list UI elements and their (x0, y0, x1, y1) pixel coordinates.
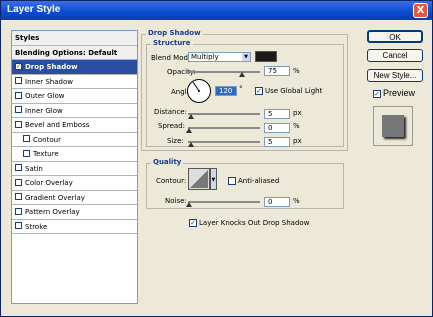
preview-swatch (382, 115, 404, 137)
style-item-label: Outer Glow (25, 92, 65, 100)
contour-label: Contour: (156, 177, 187, 185)
styles-header[interactable]: Styles (12, 31, 137, 46)
knocks-out-checkbox[interactable]: ✓ (189, 219, 197, 227)
cancel-button[interactable]: Cancel (367, 49, 423, 62)
style-checkbox[interactable]: ✓ (15, 62, 22, 70)
close-button[interactable]: X (413, 3, 428, 18)
distance-slider-thumb[interactable] (188, 114, 194, 119)
style-checkbox[interactable] (15, 164, 22, 171)
style-item-label: Pattern Overlay (25, 208, 80, 216)
spread-percent: % (293, 122, 300, 130)
angle-degree-symbol: ° (239, 85, 243, 93)
style-checkbox[interactable] (23, 135, 30, 142)
blending-options-item[interactable]: Blending Options: Default (12, 45, 137, 60)
distance-unit: px (293, 109, 302, 117)
blend-mode-value: Multiply (191, 53, 219, 61)
noise-label: Noise: (165, 197, 187, 205)
style-checkbox[interactable] (15, 193, 22, 200)
style-item-pattern-overlay[interactable]: Pattern Overlay (12, 205, 137, 220)
opacity-input[interactable]: 75 (264, 66, 290, 76)
size-unit: px (293, 137, 302, 145)
style-item-outer-glow[interactable]: Outer Glow (12, 89, 137, 104)
style-item-texture[interactable]: Texture (12, 147, 137, 162)
style-checkbox[interactable] (15, 178, 22, 186)
style-checkbox[interactable] (15, 207, 22, 215)
size-input[interactable]: 5 (264, 137, 290, 147)
chevron-down-icon: ▼ (242, 53, 250, 61)
preview-checkbox[interactable]: ✓ (373, 90, 381, 98)
blend-mode-select[interactable]: Multiply ▼ (188, 52, 251, 62)
noise-percent: % (293, 197, 300, 205)
style-checkbox[interactable] (15, 222, 22, 229)
style-item-inner-glow[interactable]: Inner Glow (12, 104, 137, 118)
use-global-light-checkbox[interactable]: ✓ (255, 87, 263, 95)
drop-shadow-title: Drop Shadow (146, 29, 203, 37)
angle-input[interactable]: 120 (215, 86, 237, 96)
style-item-label: Contour (33, 135, 61, 144)
style-checkbox[interactable] (15, 77, 22, 84)
style-item-label: Gradient Overlay (25, 193, 85, 202)
ok-button[interactable]: OK (367, 30, 423, 43)
style-item-color-overlay[interactable]: Color Overlay (12, 176, 137, 191)
anti-aliased-label: Anti-aliased (238, 177, 280, 185)
distance-input[interactable]: 5 (264, 109, 290, 119)
checkmark-icon: ✓ (374, 90, 380, 98)
style-item-label: Drop Shadow (25, 63, 78, 71)
opacity-percent: % (293, 67, 300, 75)
noise-input[interactable]: 0 (264, 197, 290, 207)
style-item-label: Texture (33, 150, 59, 158)
checkmark-icon: ✓ (190, 219, 196, 227)
style-item-bevel-and-emboss[interactable]: Bevel and Emboss (12, 118, 137, 133)
spread-slider-thumb[interactable] (186, 128, 192, 133)
opacity-slider[interactable] (188, 71, 260, 73)
noise-slider[interactable] (188, 201, 260, 203)
use-global-light-label: Use Global Light (265, 87, 323, 95)
style-item-label: Bevel and Emboss (25, 121, 90, 129)
distance-slider[interactable] (188, 113, 260, 115)
style-item-label: Inner Glow (25, 106, 63, 115)
styles-list: Styles Blending Options: Default ✓ Drop S… (11, 30, 138, 304)
angle-dial[interactable] (186, 78, 212, 104)
style-item-drop-shadow[interactable]: ✓ Drop Shadow (12, 60, 137, 75)
layer-style-dialog: Layer Style X Styles Blending Options: D… (0, 0, 433, 317)
title-bar[interactable]: Layer Style X (1, 1, 432, 20)
spread-label: Spread: (158, 122, 186, 130)
window-title: Layer Style (7, 4, 61, 15)
structure-title: Structure (151, 39, 193, 47)
style-checkbox[interactable] (15, 91, 22, 99)
preview-thumbnail (373, 106, 413, 146)
size-slider-thumb[interactable] (188, 142, 194, 147)
style-item-label: Satin (25, 164, 43, 173)
quality-title: Quality (151, 158, 184, 166)
style-item-gradient-overlay[interactable]: Gradient Overlay (12, 191, 137, 205)
anti-aliased-checkbox[interactable] (228, 177, 236, 185)
style-item-satin[interactable]: Satin (12, 162, 137, 176)
style-item-stroke[interactable]: Stroke (12, 220, 137, 234)
style-checkbox[interactable] (23, 149, 30, 157)
size-label: Size: (167, 137, 184, 145)
style-item-contour[interactable]: Contour (12, 133, 137, 147)
chevron-down-icon: ▼ (212, 177, 216, 183)
knocks-out-label: Layer Knocks Out Drop Shadow (199, 219, 310, 227)
style-item-label: Stroke (25, 222, 48, 231)
spread-slider[interactable] (188, 127, 260, 129)
style-item-label: Color Overlay (25, 179, 73, 187)
distance-label: Distance: (154, 108, 187, 116)
new-style-button[interactable]: New Style... (367, 69, 423, 82)
contour-picker[interactable]: ▼ (188, 168, 218, 192)
style-item-inner-shadow[interactable]: Inner Shadow (12, 75, 137, 89)
checkmark-icon: ✓ (256, 87, 262, 95)
preview-label: Preview (383, 88, 416, 98)
spread-input[interactable]: 0 (264, 123, 290, 133)
style-checkbox[interactable] (15, 106, 22, 113)
shadow-color-swatch[interactable] (255, 51, 277, 62)
noise-slider-thumb[interactable] (186, 202, 192, 207)
opacity-slider-thumb[interactable] (239, 72, 245, 77)
style-checkbox[interactable] (15, 120, 22, 128)
style-item-label: Inner Shadow (25, 77, 73, 86)
size-slider[interactable] (188, 141, 260, 143)
